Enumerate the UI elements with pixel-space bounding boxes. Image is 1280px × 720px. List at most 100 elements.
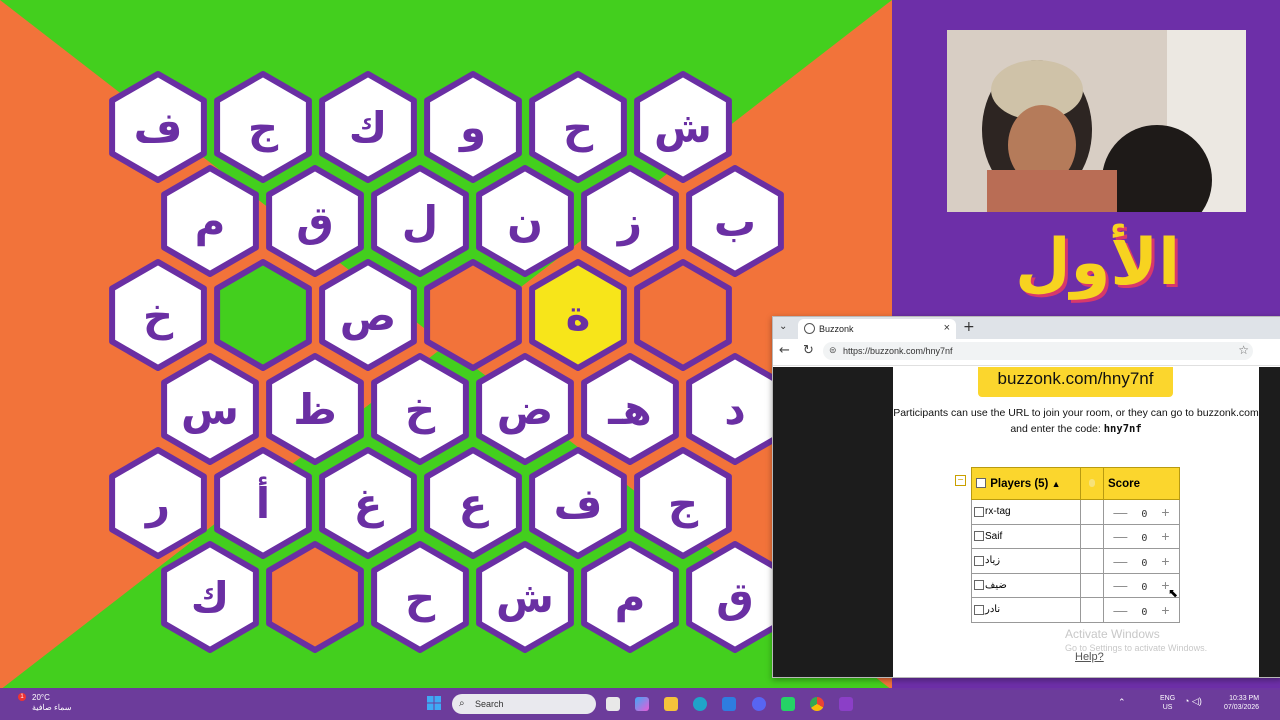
hex-cell-5-0[interactable]: ك: [161, 541, 259, 653]
bookmark-star-icon[interactable]: ☆: [1238, 343, 1249, 357]
game-board-svg: ف ج ك و ح شم ق ل ن ز بخ ص ةس ظ خ ض هـ در أ غ ع ف جك ح ش م ق: [0, 0, 892, 690]
hex-cell-5-2[interactable]: ح: [371, 541, 469, 653]
hidden-icons-chevron-icon[interactable]: ⌃: [1118, 697, 1126, 708]
weather-widget[interactable]: 1 20°C سماء صافية: [18, 693, 72, 713]
taskbar-search[interactable]: ⌕ Search: [452, 694, 596, 714]
edge-icon[interactable]: [693, 697, 707, 711]
hex-cell-1-3[interactable]: ن: [476, 165, 574, 277]
tab-title: Buzzonk: [819, 324, 854, 334]
buzz-indicator-cell: [1080, 597, 1104, 623]
increase-score-button[interactable]: +: [1161, 528, 1169, 544]
clock[interactable]: 10:33 PM 07/03/2026: [1224, 694, 1259, 712]
hex-cell-2-5[interactable]: [634, 259, 732, 371]
player-checkbox[interactable]: [974, 506, 984, 517]
increase-score-button[interactable]: +: [1161, 602, 1169, 618]
hex-cell-5-3[interactable]: ش: [476, 541, 574, 653]
hex-cell-3-2[interactable]: خ: [371, 353, 469, 465]
hex-cell-5-5[interactable]: ق: [686, 541, 784, 653]
tab-buzzonk[interactable]: Buzzonk ×: [798, 319, 956, 339]
discord-icon[interactable]: [752, 697, 766, 711]
hex-cell-3-4[interactable]: هـ: [581, 353, 679, 465]
file-explorer-icon[interactable]: [664, 697, 678, 711]
decrease-score-button[interactable]: —: [1113, 602, 1127, 618]
hex-cell-5-4[interactable]: م: [581, 541, 679, 653]
help-link[interactable]: Help?: [1075, 651, 1104, 663]
site-info-icon[interactable]: ⊜: [829, 345, 837, 356]
player-row: rx-tag — 0 +: [971, 499, 1180, 525]
hex-cell-2-3[interactable]: [424, 259, 522, 371]
hex-cell-0-0[interactable]: ف: [109, 71, 207, 183]
hex-cell-2-0[interactable]: خ: [109, 259, 207, 371]
language-indicator[interactable]: ENG US: [1160, 694, 1175, 712]
task-view-icon[interactable]: [606, 697, 620, 711]
hex-letter: ج: [668, 479, 699, 528]
decrease-score-button[interactable]: —: [1113, 528, 1127, 544]
sort-ascending-icon[interactable]: ▲: [1052, 479, 1061, 489]
hex-cell-2-1[interactable]: [214, 259, 312, 371]
hex-cell-2-4[interactable]: ة: [529, 259, 627, 371]
chrome-icon[interactable]: [810, 697, 824, 711]
whatsapp-icon[interactable]: [781, 697, 795, 711]
hex-letter: ق: [296, 197, 334, 246]
hex-cell-3-5[interactable]: د: [686, 353, 784, 465]
hex-cell-4-1[interactable]: أ: [214, 447, 312, 559]
collapse-toggle[interactable]: −: [955, 475, 966, 486]
hex-cell-0-2[interactable]: ك: [319, 71, 417, 183]
hex-cell-1-0[interactable]: م: [161, 165, 259, 277]
reload-icon[interactable]: ↻: [803, 343, 814, 358]
hex-cell-1-2[interactable]: ل: [371, 165, 469, 277]
hex-cell-0-3[interactable]: و: [424, 71, 522, 183]
hex-cell-4-2[interactable]: غ: [319, 447, 417, 559]
players-table-body: rx-tag —0 + Saif —0 + زياد —0 + ضيف —0 + نادر —0 +: [971, 499, 1180, 623]
score-cell: — 0 +: [1103, 499, 1180, 525]
webcam-feed: [947, 30, 1246, 212]
hex-cell-0-5[interactable]: ش: [634, 71, 732, 183]
player-checkbox[interactable]: [974, 604, 984, 615]
hex-cell-4-3[interactable]: ع: [424, 447, 522, 559]
decrease-score-button[interactable]: —: [1113, 553, 1127, 569]
player-score: 0: [1141, 508, 1148, 520]
hex-cell-3-3[interactable]: ض: [476, 353, 574, 465]
url-field[interactable]: ⊜ https://buzzonk.com/hny7nf ☆: [823, 342, 1253, 360]
decrease-score-button[interactable]: —: [1113, 504, 1127, 520]
windows-start-icon[interactable]: [427, 696, 441, 710]
hex-cell-1-1[interactable]: ق: [266, 165, 364, 277]
hex-cell-5-1[interactable]: [266, 541, 364, 653]
hex-cell-3-0[interactable]: س: [161, 353, 259, 465]
hex-cell-1-4[interactable]: ز: [581, 165, 679, 277]
score-header: Score: [1103, 467, 1180, 500]
player-name-cell: نادر: [971, 597, 1081, 623]
increase-score-button[interactable]: +: [1161, 504, 1169, 520]
copilot-icon[interactable]: [635, 697, 649, 711]
hex-letter: هـ: [607, 385, 651, 434]
buzzonk-page: buzzonk.com/hny7nf Participants can use …: [893, 367, 1259, 677]
select-all-checkbox[interactable]: [976, 478, 986, 489]
player-name: نادر: [985, 604, 1001, 616]
hex-cell-2-2[interactable]: ص: [319, 259, 417, 371]
hex-cell-4-4[interactable]: ف: [529, 447, 627, 559]
player-checkbox[interactable]: [974, 555, 984, 566]
hex-cell-4-0[interactable]: ر: [109, 447, 207, 559]
player-checkbox[interactable]: [974, 580, 984, 591]
close-tab-icon[interactable]: ×: [944, 322, 950, 334]
player-name-cell: Saif: [971, 523, 1081, 549]
game-app-icon[interactable]: [839, 697, 853, 711]
hex-cell-0-1[interactable]: ج: [214, 71, 312, 183]
player-score: 0: [1141, 582, 1148, 594]
url-text: https://buzzonk.com/hny7nf: [843, 346, 953, 356]
hex-cell-3-1[interactable]: ظ: [266, 353, 364, 465]
hex-cell-4-5[interactable]: ج: [634, 447, 732, 559]
hex-letter: ة: [566, 291, 591, 340]
hex-cell-0-4[interactable]: ح: [529, 71, 627, 183]
network-volume-icons[interactable]: ◔ ◁): [1184, 696, 1202, 707]
new-tab-button[interactable]: +: [963, 319, 975, 335]
browser-window[interactable]: ⌄ Buzzonk × + ← ↻ ⊜ https://buzzonk.com/…: [772, 316, 1280, 678]
store-icon[interactable]: [722, 697, 736, 711]
increase-score-button[interactable]: +: [1161, 553, 1169, 569]
player-checkbox[interactable]: [974, 531, 984, 542]
players-header-cell[interactable]: Players (5) ▲: [971, 467, 1081, 500]
back-arrow-icon[interactable]: ←: [779, 343, 790, 358]
hex-cell-1-5[interactable]: ب: [686, 165, 784, 277]
decrease-score-button[interactable]: —: [1113, 577, 1127, 593]
tab-list-icon[interactable]: ⌄: [779, 321, 787, 332]
